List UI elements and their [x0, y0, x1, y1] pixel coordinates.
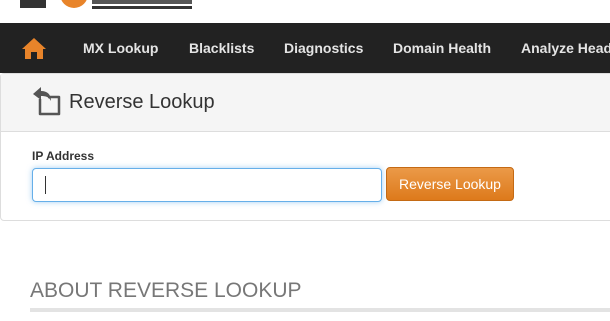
nav-item-mx-lookup[interactable]: MX Lookup	[83, 23, 158, 73]
ip-address-label: IP Address	[32, 149, 95, 163]
tool-panel: Reverse Lookup IP Address Reverse Lookup	[0, 73, 610, 221]
home-icon[interactable]	[20, 36, 48, 60]
about-section-heading: ABOUT REVERSE LOOKUP	[30, 279, 302, 302]
page: MX Lookup Blacklists Diagnostics Domain …	[0, 0, 610, 321]
nav-item-domain-health[interactable]: Domain Health	[393, 23, 491, 73]
panel-heading: Reverse Lookup	[1, 74, 610, 132]
section-divider	[30, 308, 610, 312]
nav-item-diagnostics[interactable]: Diagnostics	[284, 23, 363, 73]
reply-arrow-icon	[33, 87, 61, 116]
nav-item-blacklists[interactable]: Blacklists	[189, 23, 254, 73]
main-navbar: MX Lookup Blacklists Diagnostics Domain …	[0, 23, 610, 73]
logo-strip	[0, 0, 610, 23]
ip-address-input[interactable]	[32, 168, 382, 202]
page-title: Reverse Lookup	[69, 91, 215, 113]
text-caret	[45, 176, 46, 194]
site-logo[interactable]	[14, 0, 194, 10]
reverse-lookup-button[interactable]: Reverse Lookup	[386, 167, 514, 201]
nav-item-analyze-headers[interactable]: Analyze Headers	[521, 23, 610, 73]
